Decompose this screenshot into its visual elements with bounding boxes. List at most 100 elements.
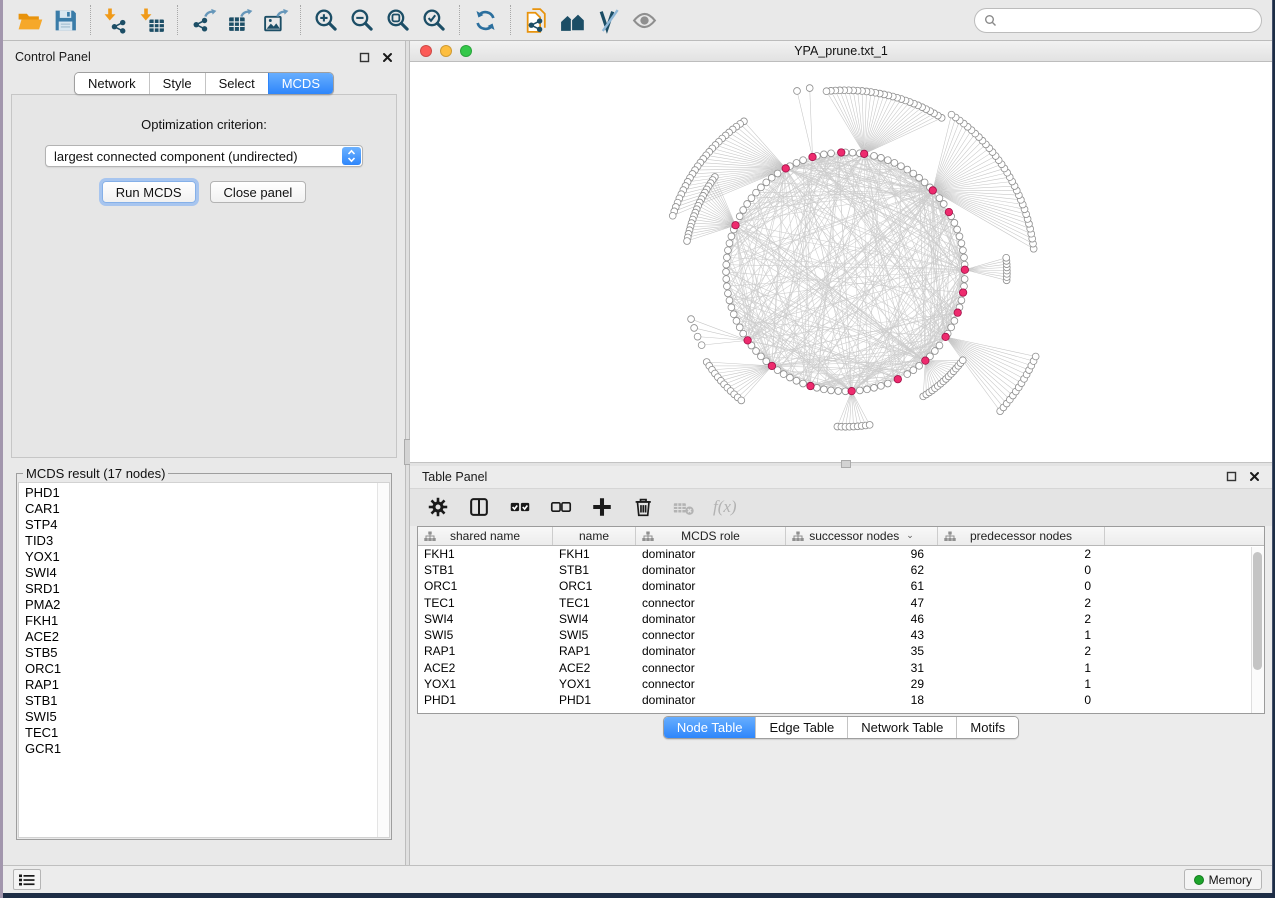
memory-button[interactable]: Memory bbox=[1184, 869, 1262, 890]
table-row[interactable]: RAP1RAP1dominator352 bbox=[418, 643, 1264, 659]
table-row[interactable]: ORC1ORC1dominator610 bbox=[418, 578, 1264, 594]
table-row[interactable]: SWI4SWI4dominator462 bbox=[418, 611, 1264, 627]
main-toolbar bbox=[3, 0, 1272, 41]
mcds-result-item[interactable]: STB5 bbox=[25, 645, 389, 661]
memory-label: Memory bbox=[1209, 873, 1252, 887]
mcds-result-item[interactable]: RAP1 bbox=[25, 677, 389, 693]
split-columns-icon[interactable] bbox=[467, 495, 491, 519]
vizmapper-icon[interactable] bbox=[590, 3, 626, 37]
mcds-list-scrollbar[interactable] bbox=[377, 483, 389, 837]
search-icon bbox=[984, 14, 997, 27]
table-row[interactable]: PHD1PHD1dominator180 bbox=[418, 692, 1264, 708]
mcds-result-item[interactable]: SWI4 bbox=[25, 565, 389, 581]
delete-column-icon[interactable] bbox=[631, 495, 655, 519]
tab-style[interactable]: Style bbox=[149, 73, 205, 94]
close-panel-icon[interactable] bbox=[1249, 471, 1260, 482]
gear-icon[interactable] bbox=[426, 495, 450, 519]
task-history-button[interactable] bbox=[13, 869, 41, 890]
select-all-icon[interactable] bbox=[508, 495, 532, 519]
network-window-title: YPA_prune.txt_1 bbox=[410, 44, 1272, 58]
export-network-icon[interactable] bbox=[185, 3, 221, 37]
network-canvas[interactable] bbox=[410, 62, 1272, 462]
mcds-result-item[interactable]: TID3 bbox=[25, 533, 389, 549]
mcds-result-item[interactable]: ACE2 bbox=[25, 629, 389, 645]
horizontal-splitter-grip[interactable] bbox=[841, 460, 851, 468]
mcds-result-item[interactable]: STP4 bbox=[25, 517, 389, 533]
table-row[interactable]: ACE2ACE2connector311 bbox=[418, 660, 1264, 676]
deselect-all-icon[interactable] bbox=[549, 495, 573, 519]
float-panel-icon[interactable] bbox=[359, 52, 370, 63]
control-panel-tabs: NetworkStyleSelectMCDS bbox=[74, 72, 334, 95]
table-row[interactable]: SWI5SWI5connector431 bbox=[418, 627, 1264, 643]
zoom-fit-icon[interactable] bbox=[380, 3, 416, 37]
mcds-result-item[interactable]: GCR1 bbox=[25, 741, 389, 757]
table-scrollbar-thumb[interactable] bbox=[1253, 552, 1262, 670]
control-panel-title: Control Panel bbox=[15, 50, 91, 64]
status-bar: Memory bbox=[3, 865, 1272, 893]
zoom-in-icon[interactable] bbox=[308, 3, 344, 37]
mcds-result-item[interactable]: FKH1 bbox=[25, 613, 389, 629]
search-input[interactable] bbox=[1002, 10, 1261, 30]
tab-mcds[interactable]: MCDS bbox=[268, 73, 333, 94]
houses-icon[interactable] bbox=[554, 3, 590, 37]
export-table-icon[interactable] bbox=[221, 3, 257, 37]
toolbar-separator bbox=[300, 5, 301, 35]
optimization-criterion-dropdown[interactable]: largest connected component (undirected) bbox=[45, 145, 363, 167]
zoom-out-icon[interactable] bbox=[344, 3, 380, 37]
close-panel-button[interactable]: Close panel bbox=[210, 181, 307, 203]
add-column-icon[interactable] bbox=[590, 495, 614, 519]
zoom-selected-icon[interactable] bbox=[416, 3, 452, 37]
column-header-shared-name[interactable]: shared name bbox=[418, 527, 553, 545]
column-header-successor-nodes[interactable]: successor nodes⌄ bbox=[786, 527, 938, 545]
horizontal-splitter[interactable] bbox=[410, 462, 1272, 466]
table-panel-title: Table Panel bbox=[422, 470, 487, 484]
column-header-predecessor-nodes[interactable]: predecessor nodes bbox=[938, 527, 1105, 545]
mcds-result-item[interactable]: ORC1 bbox=[25, 661, 389, 677]
mcds-result-item[interactable]: CAR1 bbox=[25, 501, 389, 517]
mcds-result-groupbox: MCDS result (17 nodes) PHD1CAR1STP4TID3Y… bbox=[16, 466, 392, 840]
table-panel: Table Panel f(x) shared namenameMCDS rol… bbox=[410, 466, 1272, 866]
node-table: shared namenameMCDS rolesuccessor nodes⌄… bbox=[417, 526, 1265, 714]
tab-node-table[interactable]: Node Table bbox=[664, 717, 756, 738]
table-row[interactable]: YOX1YOX1connector291 bbox=[418, 676, 1264, 692]
column-header-MCDS-role[interactable]: MCDS role bbox=[636, 527, 786, 545]
open-file-icon[interactable] bbox=[11, 3, 47, 37]
import-network-icon[interactable] bbox=[98, 3, 134, 37]
network-window-titlebar: YPA_prune.txt_1 bbox=[410, 41, 1272, 62]
mcds-result-item[interactable]: STB1 bbox=[25, 693, 389, 709]
column-header-name[interactable]: name bbox=[553, 527, 636, 545]
save-session-icon[interactable] bbox=[47, 3, 83, 37]
close-panel-icon[interactable] bbox=[382, 52, 393, 63]
toolbar-separator bbox=[510, 5, 511, 35]
run-mcds-button[interactable]: Run MCDS bbox=[102, 181, 196, 203]
tab-select[interactable]: Select bbox=[205, 73, 268, 94]
tab-network-table[interactable]: Network Table bbox=[847, 717, 956, 738]
tab-motifs[interactable]: Motifs bbox=[956, 717, 1018, 738]
mcds-result-item[interactable]: TEC1 bbox=[25, 725, 389, 741]
tab-network[interactable]: Network bbox=[75, 73, 149, 94]
function-builder-icon: f(x) bbox=[713, 497, 737, 517]
mcds-result-item[interactable]: PMA2 bbox=[25, 597, 389, 613]
mcds-result-item[interactable]: YOX1 bbox=[25, 549, 389, 565]
import-table-icon[interactable] bbox=[134, 3, 170, 37]
float-panel-icon[interactable] bbox=[1226, 471, 1237, 482]
search-field[interactable] bbox=[974, 8, 1262, 33]
table-row[interactable]: STB1STB1dominator620 bbox=[418, 562, 1264, 578]
table-row[interactable]: FKH1FKH1dominator962 bbox=[418, 546, 1264, 562]
export-image-icon[interactable] bbox=[257, 3, 293, 37]
toolbar-icon-group bbox=[11, 3, 662, 37]
mcds-result-item[interactable]: SWI5 bbox=[25, 709, 389, 725]
mcds-result-item[interactable]: SRD1 bbox=[25, 581, 389, 597]
table-scrollbar[interactable] bbox=[1251, 547, 1264, 713]
mcds-result-item[interactable]: PHD1 bbox=[25, 485, 389, 501]
toolbar-separator bbox=[177, 5, 178, 35]
network-graph[interactable] bbox=[410, 62, 1272, 462]
table-row[interactable]: TEC1TEC1connector472 bbox=[418, 594, 1264, 610]
eye-icon[interactable] bbox=[626, 3, 662, 37]
toolbar-separator bbox=[90, 5, 91, 35]
tab-edge-table[interactable]: Edge Table bbox=[755, 717, 847, 738]
mcds-result-list[interactable]: PHD1CAR1STP4TID3YOX1SWI4SRD1PMA2FKH1ACE2… bbox=[18, 482, 390, 838]
refresh-icon[interactable] bbox=[467, 3, 503, 37]
share-document-icon[interactable] bbox=[518, 3, 554, 37]
sort-indicator-icon: ⌄ bbox=[906, 530, 914, 541]
